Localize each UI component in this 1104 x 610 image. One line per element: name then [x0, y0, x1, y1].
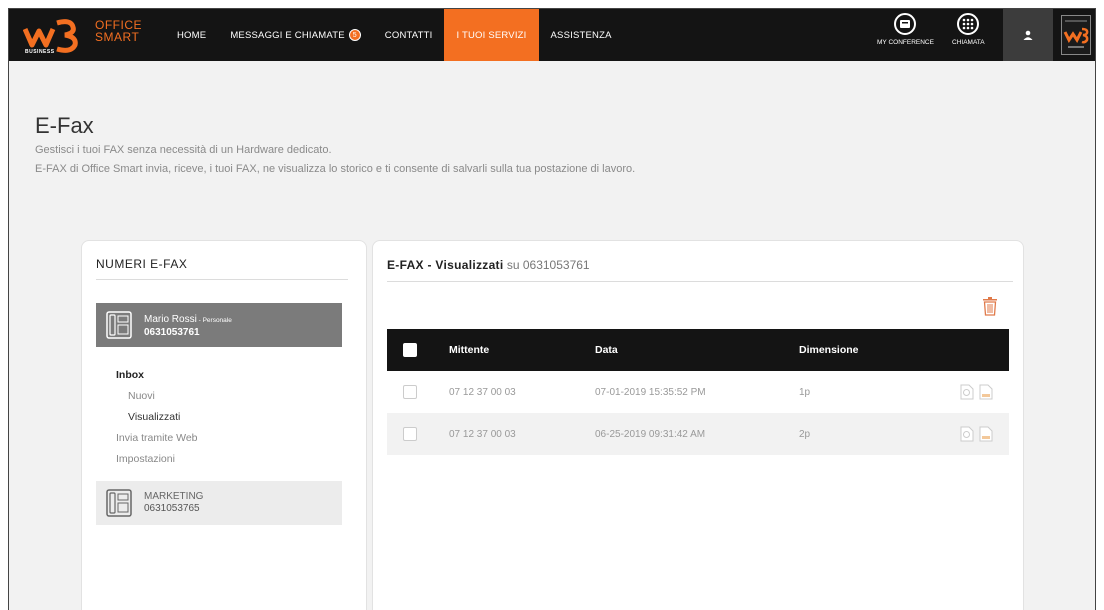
number-owner-type: - Personale [196, 316, 232, 324]
fax-machine-icon [106, 311, 132, 339]
fax-list-panel: E-FAX - Visualizzati su 0631053761 Mitte… [372, 240, 1024, 610]
cell-mittente: 07 12 37 00 03 [449, 386, 516, 398]
fax-number: 0631053761 [144, 326, 200, 338]
fax-list-title: E-FAX - Visualizzati su 0631053761 [387, 258, 590, 272]
table-header-row: Mittente Data Dimensione [387, 329, 1009, 371]
nav-messaggi-label: MESSAGGI E CHIAMATE [230, 29, 345, 41]
col-dimensione[interactable]: Dimensione [787, 329, 913, 371]
description-line-2: E-FAX di Office Smart invia, riceve, i t… [35, 163, 636, 175]
cell-data: 06-25-2019 09:31:42 AM [595, 428, 706, 440]
select-all-cell [387, 329, 437, 371]
fax-machine-icon [106, 489, 132, 517]
brand-business: BUSINESS [25, 49, 55, 55]
fax-table: Mittente Data Dimensione 07 12 37 00 03 … [387, 329, 1009, 455]
page-title: E-Fax [35, 113, 94, 138]
col-data[interactable]: Data [583, 329, 787, 371]
nav-servizi[interactable]: I TUOI SERVIZI [444, 9, 539, 61]
divider [96, 279, 348, 280]
powered-by-w3-logo-icon [1061, 15, 1091, 55]
keypad-icon [957, 13, 980, 35]
folder-visualizzati[interactable]: Visualizzati [116, 407, 198, 428]
view-document-icon[interactable] [960, 426, 974, 442]
pdf-download-icon[interactable] [979, 384, 993, 400]
nav-home-label: HOME [177, 29, 207, 41]
description-line-1: Gestisci i tuoi FAX senza necessità di u… [35, 144, 332, 156]
number-owner-name: MARKETING [144, 491, 204, 502]
fax-list-title-prefix: E-FAX - Visualizzati [387, 258, 504, 272]
number-card-text: MARKETING 0631053765 [144, 491, 203, 515]
page-description: Gestisci i tuoi FAX senza necessità di u… [35, 141, 775, 179]
pdf-download-icon[interactable] [979, 426, 993, 442]
top-navbar: BUSINESS OFFICE SMART HOME MESSAGGI E CH… [9, 9, 1095, 61]
numbers-panel-title: NUMERI E-FAX [96, 257, 188, 271]
col-mittente[interactable]: Mittente [437, 329, 583, 371]
folder-tree: Inbox Nuovi Visualizzati Invia tramite W… [116, 365, 198, 470]
cell-data: 07-01-2019 15:35:52 PM [595, 386, 706, 398]
row-checkbox-cell [387, 371, 437, 413]
divider [387, 281, 1013, 282]
row-actions [913, 413, 1009, 455]
brand-office-smart: OFFICE SMART [95, 19, 142, 43]
nav-messaggi[interactable]: MESSAGGI E CHIAMATE 5 [218, 9, 372, 61]
user-icon [1023, 30, 1033, 40]
nav-assistenza-label: ASSISTENZA [550, 29, 612, 41]
chiamata-label: CHIAMATA [952, 39, 985, 46]
number-owner: Mario Rossi - Personale [144, 312, 232, 327]
menu-invia-web[interactable]: Invia tramite Web [116, 428, 198, 449]
number-card-mario-rossi[interactable]: Mario Rossi - Personale 0631053761 [96, 303, 342, 347]
nav-servizi-label: I TUOI SERVIZI [456, 29, 527, 41]
view-document-icon[interactable] [960, 384, 974, 400]
nav-contatti[interactable]: CONTATTI [373, 9, 445, 61]
cell-dimensione: 1p [799, 386, 811, 398]
my-conference-button[interactable]: MY CONFERENCE [877, 13, 934, 46]
table-row[interactable]: 07 12 37 00 03 07-01-2019 15:35:52 PM 1p [387, 371, 1009, 413]
main-nav: HOME MESSAGGI E CHIAMATE 5 CONTATTI I TU… [165, 9, 624, 61]
brand-smart: SMART [95, 30, 140, 44]
row-checkbox-cell [387, 413, 437, 455]
number-card-marketing[interactable]: MARKETING 0631053765 [96, 481, 342, 525]
my-conference-label: MY CONFERENCE [877, 39, 934, 46]
conference-icon [894, 13, 917, 35]
cell-mittente: 07 12 37 00 03 [449, 428, 516, 440]
number-card-text: Mario Rossi - Personale 0631053761 [144, 312, 232, 339]
fax-number: 0631053765 [144, 503, 200, 514]
folder-inbox[interactable]: Inbox [116, 365, 198, 386]
nav-home[interactable]: HOME [165, 9, 218, 61]
menu-impostazioni[interactable]: Impostazioni [116, 449, 198, 470]
notification-badge: 5 [348, 29, 361, 41]
table-row[interactable]: 07 12 37 00 03 06-25-2019 09:31:42 AM 2p [387, 413, 1009, 455]
fax-list-title-number: 0631053761 [522, 258, 590, 272]
trash-icon[interactable] [979, 295, 1001, 317]
select-all-checkbox[interactable] [403, 343, 417, 357]
row-actions [913, 371, 1009, 413]
number-owner-name: Mario Rossi [144, 313, 197, 325]
fax-list-title-su: su [506, 258, 520, 272]
folder-nuovi[interactable]: Nuovi [116, 386, 198, 407]
row-checkbox[interactable] [403, 427, 417, 441]
cell-dimensione: 2p [799, 428, 811, 440]
chiamata-button[interactable]: CHIAMATA [952, 13, 985, 46]
row-checkbox[interactable] [403, 385, 417, 399]
numbers-panel: NUMERI E-FAX Mario Rossi - Personale 063… [81, 240, 367, 610]
nav-assistenza[interactable]: ASSISTENZA [539, 9, 624, 61]
nav-contatti-label: CONTATTI [384, 29, 433, 41]
app-window: BUSINESS OFFICE SMART HOME MESSAGGI E CH… [8, 8, 1096, 610]
col-actions [913, 329, 1009, 371]
user-menu-button[interactable] [1003, 9, 1053, 61]
